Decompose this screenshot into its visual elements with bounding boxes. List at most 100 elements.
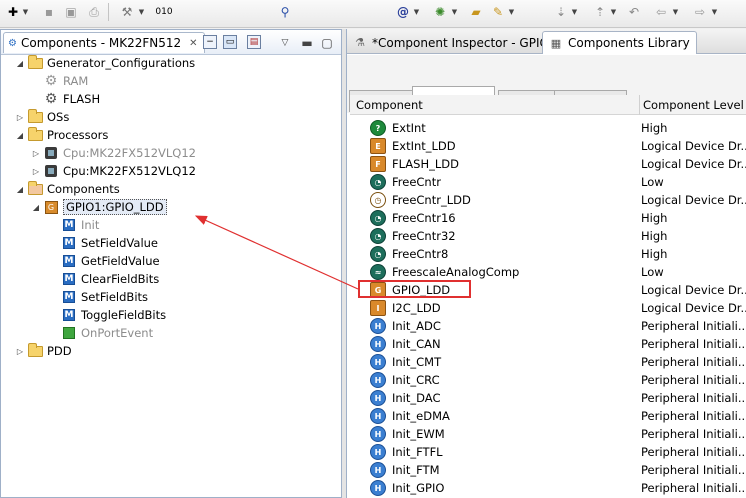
component-level: High — [641, 247, 668, 261]
tree-item[interactable]: M Init — [49, 216, 99, 234]
print-icon[interactable]: ⎙ — [86, 4, 102, 20]
close-icon[interactable]: ✕ — [189, 38, 197, 49]
tree-item-label: SetFieldValue — [81, 236, 159, 250]
last-edit-icon[interactable]: ↶ — [626, 4, 642, 20]
expanded-twisty-icon[interactable]: ◢ — [15, 131, 25, 140]
tree-item[interactable]: ▷ Cpu:MK22FX512VLQ12 — [31, 144, 196, 162]
library-row[interactable]: ◔ FreeCntr8 High — [350, 245, 746, 263]
component-name: FreeCntr_LDD — [392, 193, 471, 207]
component-blue-icon: H — [370, 408, 386, 424]
library-row[interactable]: ≈ FreescaleAnalogComp Low — [350, 263, 746, 281]
tree-item[interactable]: M ToggleFieldBits — [49, 306, 166, 324]
binary-icon[interactable]: 010 — [155, 4, 172, 20]
tree-item[interactable]: ▷ OSs — [15, 108, 69, 126]
library-row[interactable]: ? ExtInt High — [350, 119, 746, 137]
component-name: Init_eDMA — [392, 409, 450, 423]
tree-item[interactable]: M ClearFieldBits — [49, 270, 159, 288]
at-dropdown-icon[interactable]: ▼ — [413, 4, 420, 20]
component-name: Init_CAN — [392, 337, 441, 351]
library-row[interactable]: H Init_CRC Peripheral Initiali... — [350, 371, 746, 389]
tree-item[interactable]: ◢ Processors — [15, 126, 108, 144]
components-folder-icon — [27, 180, 43, 197]
next-annotation-icon[interactable]: ⇣ — [553, 4, 569, 20]
library-row[interactable]: ◔ FreeCntr32 High — [350, 227, 746, 245]
components-view: ⚙ Components - MK22FN512 ✕ − ▭ ▤ ▽ ▬ ▢ ◢… — [0, 29, 342, 498]
tab-components[interactable]: ⚙ Components - MK22FN512 ✕ — [3, 32, 205, 53]
collapsed-twisty-icon[interactable]: ▷ — [15, 113, 25, 122]
generate-code-icon[interactable]: ▤ — [247, 35, 261, 49]
back-icon[interactable]: ⇦ — [653, 4, 669, 20]
expanded-twisty-icon[interactable]: ◢ — [31, 203, 41, 212]
view-menu-icon[interactable]: ▽ — [277, 35, 293, 51]
library-row[interactable]: G GPIO_LDD Logical Device Dr... — [350, 281, 746, 299]
minimize-icon[interactable]: ▬ — [299, 35, 315, 51]
tree-item[interactable]: ⚙ FLASH — [31, 90, 100, 108]
library-row[interactable]: ◔ FreeCntr Low — [350, 173, 746, 191]
library-row[interactable]: H Init_FTM Peripheral Initiali... — [350, 461, 746, 479]
tree-item[interactable]: M SetFieldValue — [49, 234, 158, 252]
link-folder-icon[interactable]: ▭ — [223, 35, 237, 49]
pencil-icon[interactable]: ✎ — [490, 4, 506, 20]
debug-bug-icon[interactable]: ✺ — [432, 4, 448, 20]
collapsed-twisty-icon[interactable]: ▷ — [31, 167, 41, 176]
expanded-twisty-icon[interactable]: ◢ — [15, 59, 25, 68]
component-name: FLASH_LDD — [392, 157, 459, 171]
tree-item[interactable]: ◢ Generator_Configurations — [15, 54, 195, 72]
tree-item[interactable]: ◢ G GPIO1:GPIO_LDD — [31, 198, 167, 216]
tree-item[interactable]: OnPortEvent — [49, 324, 153, 342]
save-icon[interactable]: ▪ — [41, 4, 57, 20]
tree-item-label: Processors — [47, 128, 109, 142]
next-annotation-dropdown-icon[interactable]: ▼ — [571, 4, 578, 20]
collapse-all-icon[interactable]: − — [203, 35, 217, 49]
at-icon[interactable]: @ — [395, 4, 411, 20]
build-dropdown-icon[interactable]: ▼ — [138, 4, 145, 20]
tree-item-label: GetFieldValue — [81, 254, 160, 268]
pin-icon[interactable]: ⚲ — [277, 4, 293, 20]
library-row[interactable]: H Init_eDMA Peripheral Initiali... — [350, 407, 746, 425]
method-icon: M — [63, 237, 75, 249]
new-icon[interactable]: ✚ — [5, 4, 21, 20]
library-row[interactable]: ◔ FreeCntr16 High — [350, 209, 746, 227]
open-folder-icon[interactable]: ▰ — [468, 4, 484, 20]
gear-icon: ⚙ — [44, 91, 58, 107]
library-row[interactable]: H Init_GPIO Peripheral Initiali... — [350, 479, 746, 497]
method-icon: M — [63, 291, 75, 303]
component-level: Logical Device Dr... — [641, 301, 746, 315]
tree-item[interactable]: M GetFieldValue — [49, 252, 160, 270]
collapsed-twisty-icon[interactable]: ▷ — [31, 149, 41, 158]
library-row[interactable]: I I2C_LDD Logical Device Dr... — [350, 299, 746, 317]
library-row[interactable]: H Init_CAN Peripheral Initiali... — [350, 335, 746, 353]
library-row[interactable]: E ExtInt_LDD Logical Device Dr... — [350, 137, 746, 155]
maximize-icon[interactable]: ▢ — [319, 35, 335, 51]
prev-annotation-dropdown-icon[interactable]: ▼ — [610, 4, 617, 20]
tree-item[interactable]: ◢ Components — [15, 180, 120, 198]
back-dropdown-icon[interactable]: ▼ — [672, 4, 679, 20]
tree-item[interactable]: ▷ PDD — [15, 342, 72, 360]
component-level: Logical Device Dr... — [641, 283, 746, 297]
library-row[interactable]: H Init_DAC Peripheral Initiali... — [350, 389, 746, 407]
tree-item[interactable]: ▷ Cpu:MK22FX512VLQ12 — [31, 162, 196, 180]
library-row[interactable]: F FLASH_LDD Logical Device Dr... — [350, 155, 746, 173]
library-row[interactable]: H Init_ADC Peripheral Initiali... — [350, 317, 746, 335]
prev-annotation-icon[interactable]: ⇡ — [592, 4, 608, 20]
library-row[interactable]: H Init_FTFL Peripheral Initiali... — [350, 443, 746, 461]
tab-component-inspector[interactable]: ⚗ *Component Inspector - GPIO1 — [347, 31, 563, 54]
tree-item[interactable]: M SetFieldBits — [49, 288, 148, 306]
library-row[interactable]: H Init_CMT Peripheral Initiali... — [350, 353, 746, 371]
pencil-dropdown-icon[interactable]: ▼ — [508, 4, 515, 20]
column-header-component[interactable]: Component — [352, 95, 423, 115]
library-row[interactable]: H Init_EWM Peripheral Initiali... — [350, 425, 746, 443]
library-row[interactable]: ◷ FreeCntr_LDD Logical Device Dr... — [350, 191, 746, 209]
forward-icon[interactable]: ⇨ — [692, 4, 708, 20]
forward-dropdown-icon[interactable]: ▼ — [711, 4, 718, 20]
tree-item[interactable]: ⚙ RAM — [31, 72, 89, 90]
build-hammer-icon[interactable]: ⚒ — [119, 4, 135, 20]
tab-components-library[interactable]: ▦ Components Library — [542, 31, 697, 54]
new-dropdown-icon[interactable]: ▼ — [22, 4, 29, 20]
expanded-twisty-icon[interactable]: ◢ — [15, 185, 25, 194]
cpu-icon — [43, 163, 59, 179]
collapsed-twisty-icon[interactable]: ▷ — [15, 347, 25, 356]
debug-dropdown-icon[interactable]: ▼ — [451, 4, 458, 20]
save-all-icon[interactable]: ▣ — [63, 4, 79, 20]
column-header-level[interactable]: Component Level — [639, 95, 744, 115]
